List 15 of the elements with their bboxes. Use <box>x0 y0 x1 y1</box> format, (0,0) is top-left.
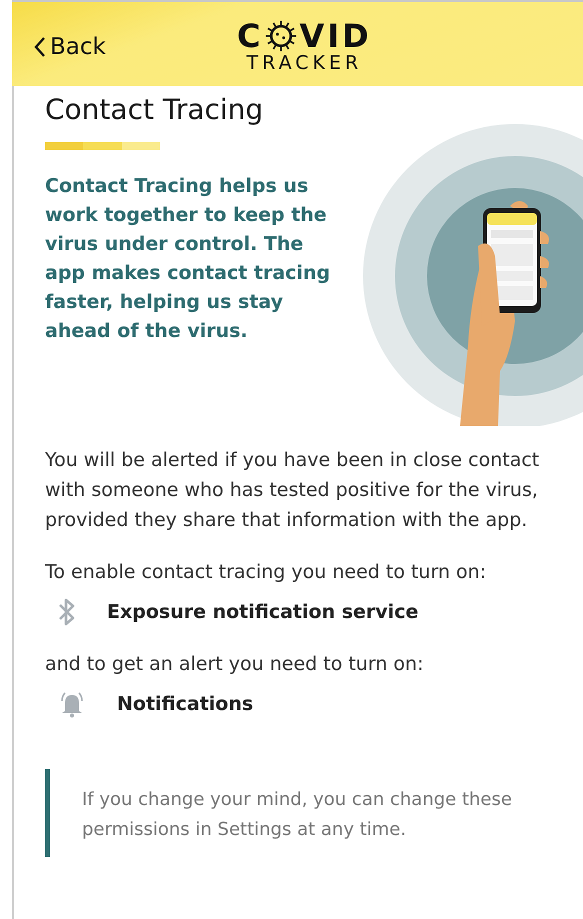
permission-label: Notifications <box>117 693 254 715</box>
body-text: You will be alerted if you have been in close contact with someone who has tested positive for the virus, provided they share that information with the app. <box>45 448 540 533</box>
chevron-left-icon <box>34 36 46 58</box>
permission-label: Exposure notification service <box>107 601 418 623</box>
intro-text: Contact Tracing helps us work together to keep the virus under control. The app makes contact tracing faster, helping us stay ahead of the virus. <box>45 174 332 344</box>
logo-text: C <box>237 21 264 51</box>
instruction-text: and to get an alert you need to turn on: <box>45 652 424 677</box>
bluetooth-icon <box>57 597 77 627</box>
back-button[interactable]: Back <box>12 34 106 60</box>
logo-text: VID <box>299 21 372 51</box>
instruction-text: To enable contact tracing you need to turn on: <box>45 560 488 585</box>
note-text: If you change your mind, you can change these permissions in Settings at any time. <box>82 788 513 842</box>
logo-subtitle: TRACKER <box>246 52 362 74</box>
page-title: Contact Tracing <box>45 92 264 128</box>
virus-icon <box>265 20 298 52</box>
